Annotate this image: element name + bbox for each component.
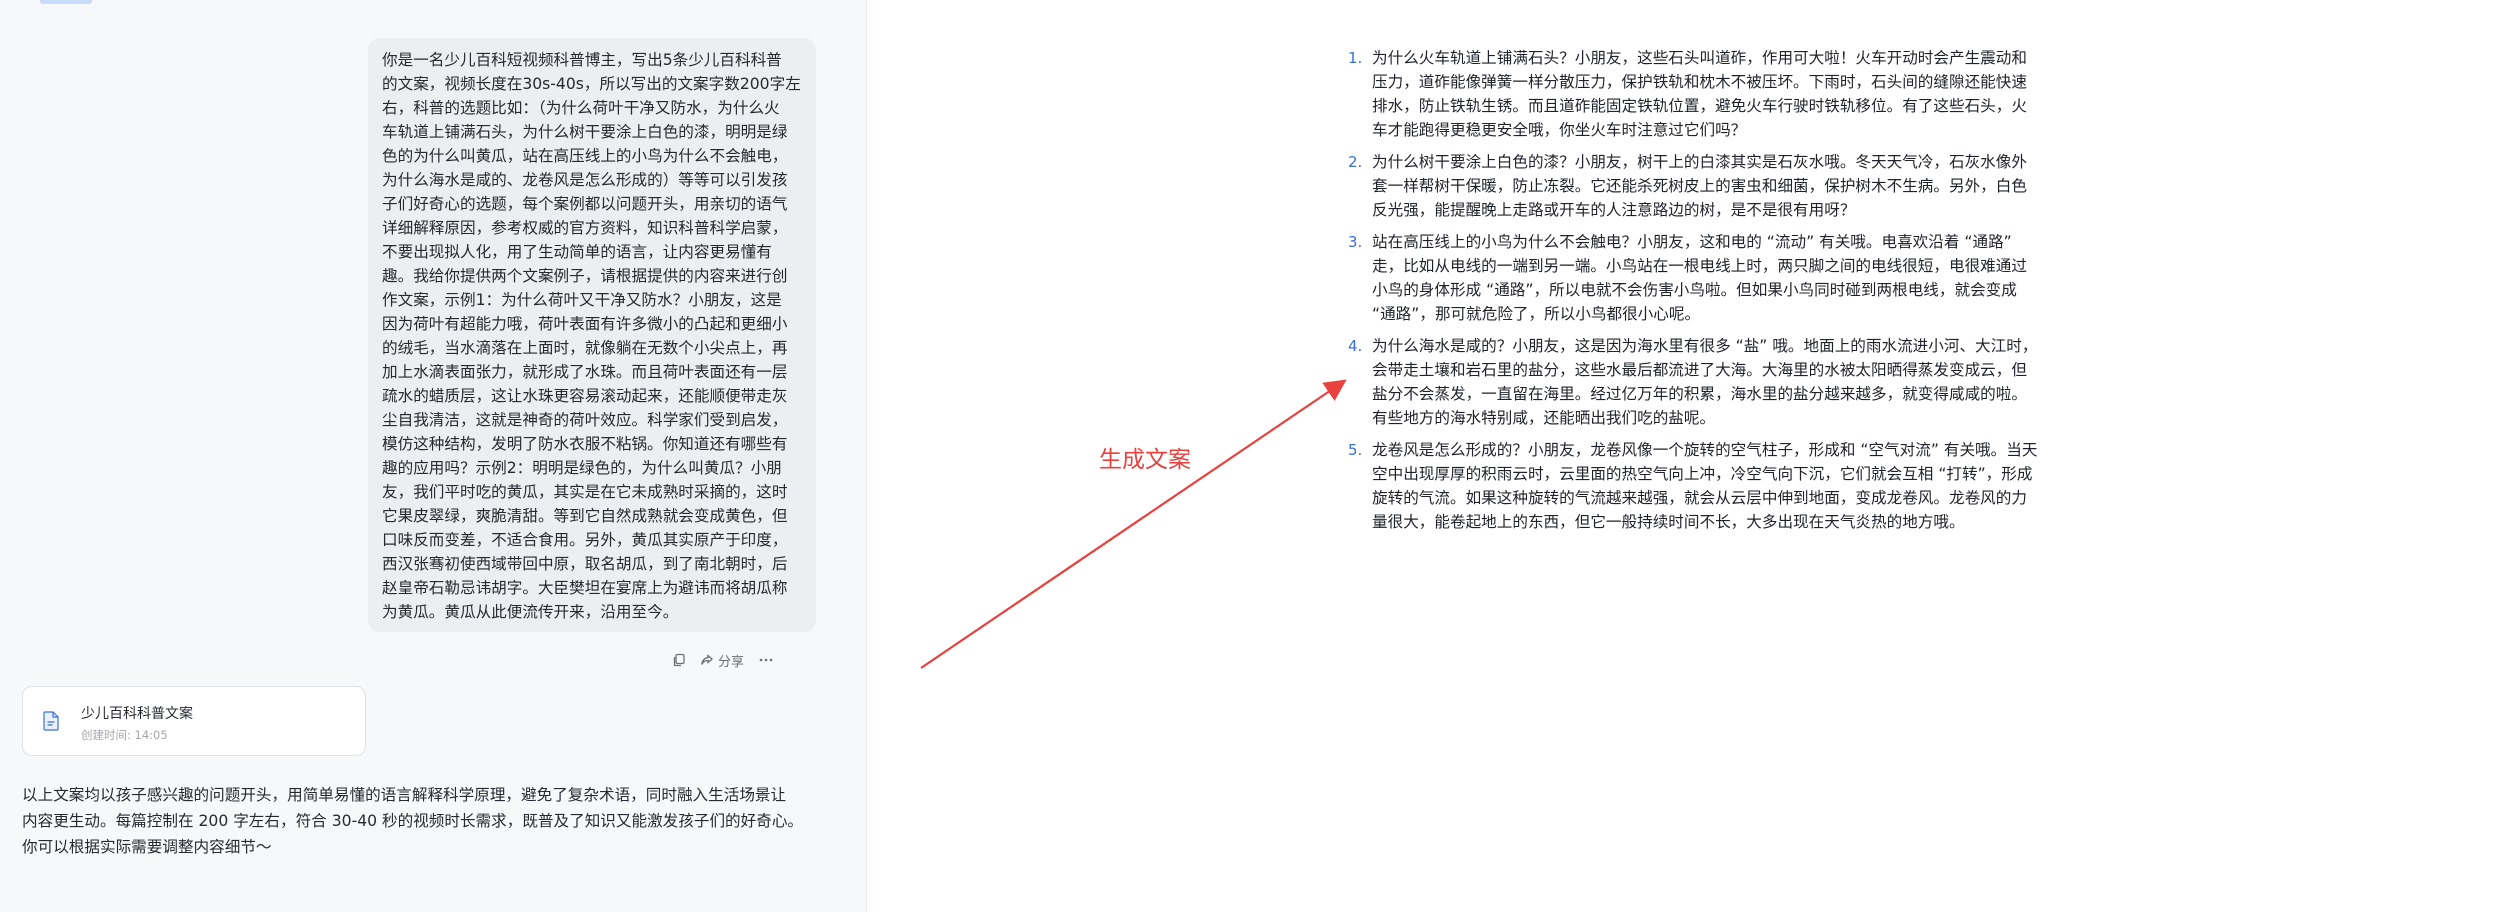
document-card[interactable]: 少儿百科科普文案 创建时间: 14:05 [22,686,366,756]
annotation-label: 生成文案 [1099,447,1191,473]
created-time: 14:05 [134,728,168,742]
document-title: 少儿百科科普文案 [81,706,193,722]
arrow-line [920,379,1347,669]
document-item: 5. 龙卷风是怎么形成的？小朋友，龙卷风像一个旋转的空气柱子，形成和 “空气对流”… [1348,438,2054,534]
share-button[interactable]: 分享 [700,651,744,670]
assistant-summary-text: 以上文案均以孩子感兴趣的问题开头，用简单易懂的语言解释科学原理，避免了复杂术语，… [22,786,804,856]
item-number: 2. [1348,153,1363,171]
message-actions: 分享 [672,648,774,672]
chat-panel: 你是一名少儿百科短视频科普博主，写出5条少儿百科科普 的文案，视频长度在30s-… [0,0,867,912]
item-number: 1. [1348,49,1363,67]
item-number: 5. [1348,441,1363,459]
document-created-time: 创建时间: 14:05 [81,727,168,743]
top-tab-indicator[interactable] [40,0,92,4]
item-text: 为什么海水是咸的？小朋友，这是因为海水里有很多 “盐” 哦。地面上的雨水流进小河… [1372,337,2038,427]
share-icon [701,654,713,665]
document-item: 1. 为什么火车轨道上铺满石头？小朋友，这些石头叫道砟，作用可大啦！火车开动时会产… [1348,46,2054,142]
document-icon [43,711,59,731]
more-icon [759,658,773,662]
item-text: 为什么火车轨道上铺满石头？小朋友，这些石头叫道砟，作用可大啦！火车开动时会产生震… [1372,49,2027,139]
more-button[interactable] [758,653,774,667]
copy-button[interactable] [672,653,686,667]
item-number: 4. [1348,337,1363,355]
item-text: 为什么树干要涂上白色的漆？小朋友，树干上的白漆其实是石灰水哦。冬天天气冷，石灰水… [1372,153,2027,219]
created-label: 创建时间: [81,728,131,742]
user-prompt-bubble: 你是一名少儿百科短视频科普博主，写出5条少儿百科科普 的文案，视频长度在30s-… [368,38,816,632]
share-label: 分享 [718,654,745,670]
document-item: 2. 为什么树干要涂上白色的漆？小朋友，树干上的白漆其实是石灰水哦。冬天天气冷，石… [1348,150,2054,222]
generated-document: 1. 为什么火车轨道上铺满石头？小朋友，这些石头叫道砟，作用可大啦！火车开动时会产… [1348,46,2054,542]
document-item: 3. 站在高压线上的小鸟为什么不会触电？小朋友，这和电的 “流动” 有关哦。电喜欢… [1348,230,2054,326]
copy-icon [673,653,685,667]
item-text: 龙卷风是怎么形成的？小朋友，龙卷风像一个旋转的空气柱子，形成和 “空气对流” 有… [1372,441,2038,531]
item-text: 站在高压线上的小鸟为什么不会触电？小朋友，这和电的 “流动” 有关哦。电喜欢沿着… [1372,233,2027,323]
document-item: 4. 为什么海水是咸的？小朋友，这是因为海水里有很多 “盐” 哦。地面上的雨水流进… [1348,334,2054,430]
item-number: 3. [1348,233,1363,251]
